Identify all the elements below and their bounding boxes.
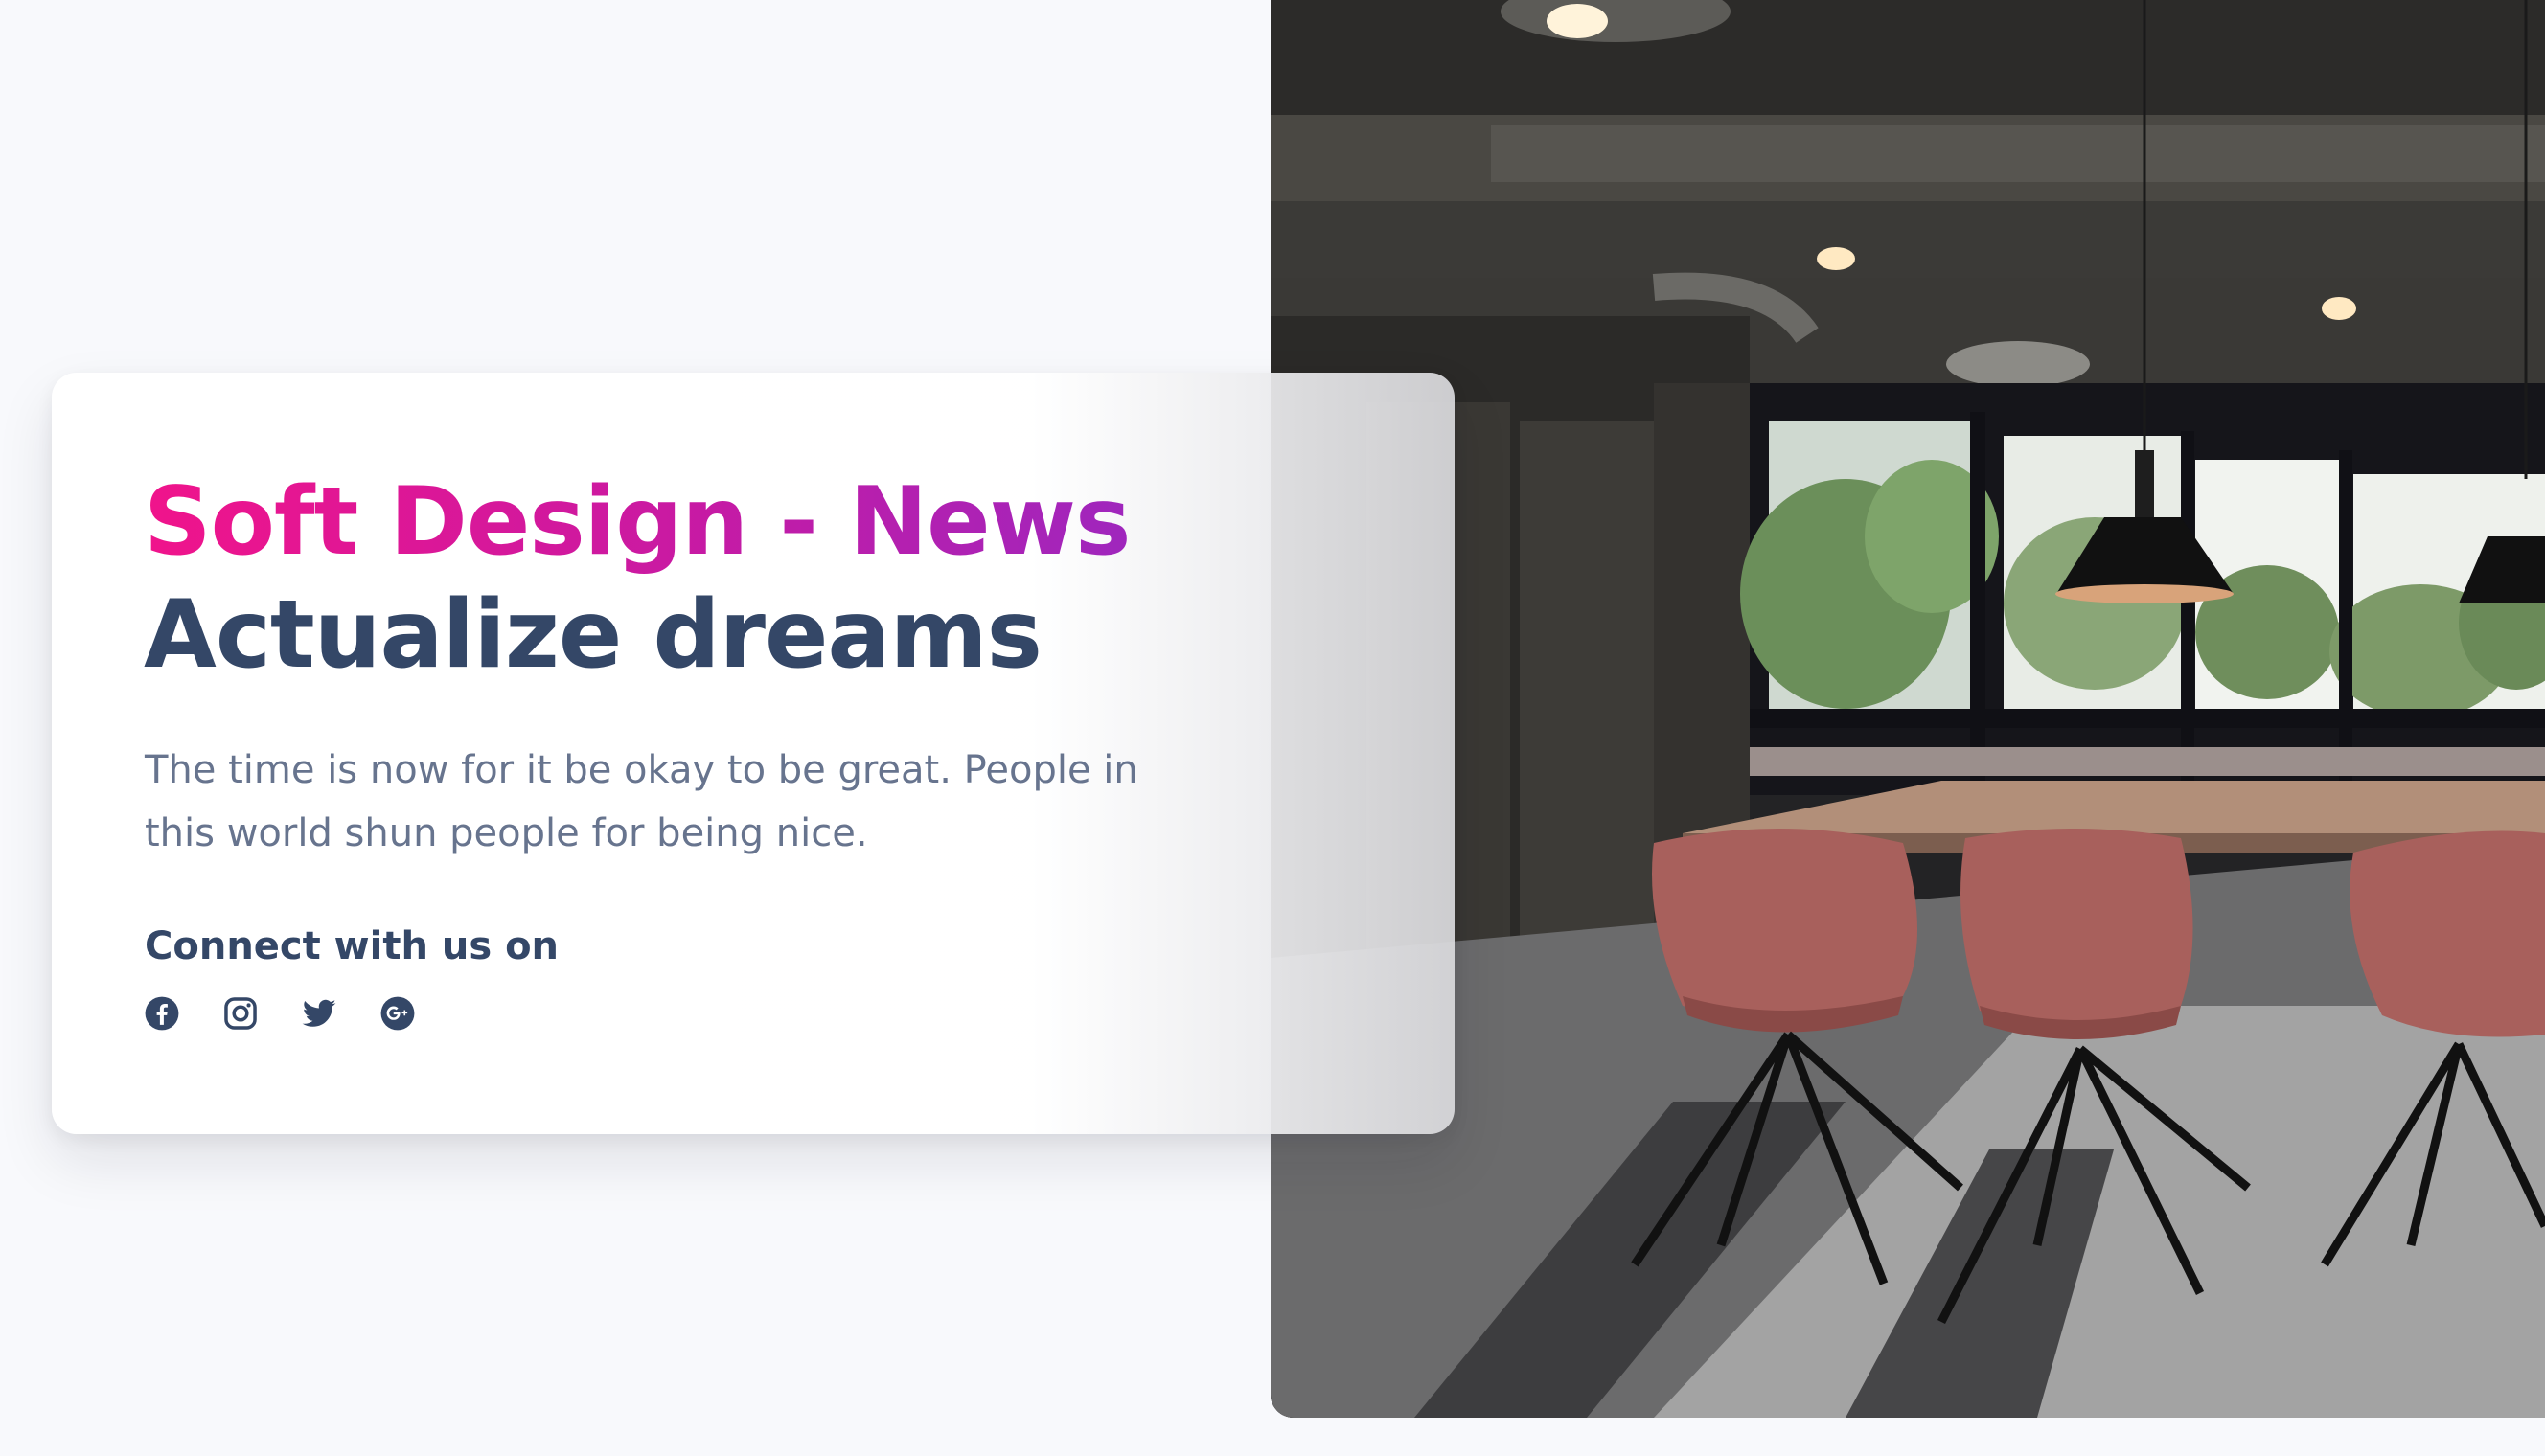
google-plus-icon [380, 996, 415, 1031]
hero-image [1271, 0, 2545, 1418]
google-plus-link[interactable] [379, 995, 416, 1032]
connect-label: Connect with us on [145, 924, 560, 968]
instagram-link[interactable] [222, 995, 259, 1032]
description-text: The time is now for it be okay to be gre… [145, 748, 1138, 855]
page: Soft Design - News Actualize dreams The … [0, 0, 2545, 1456]
hero-card: Soft Design - News Actualize dreams The … [52, 373, 1455, 1134]
page-title: Soft Design - News [144, 467, 1131, 577]
headline: Actualize dreams [144, 580, 1043, 690]
instagram-icon [224, 997, 257, 1030]
twitter-link[interactable] [301, 995, 337, 1032]
facebook-icon [145, 996, 179, 1031]
facebook-link[interactable] [144, 995, 180, 1032]
twitter-icon [302, 999, 336, 1027]
social-links [144, 995, 416, 1032]
